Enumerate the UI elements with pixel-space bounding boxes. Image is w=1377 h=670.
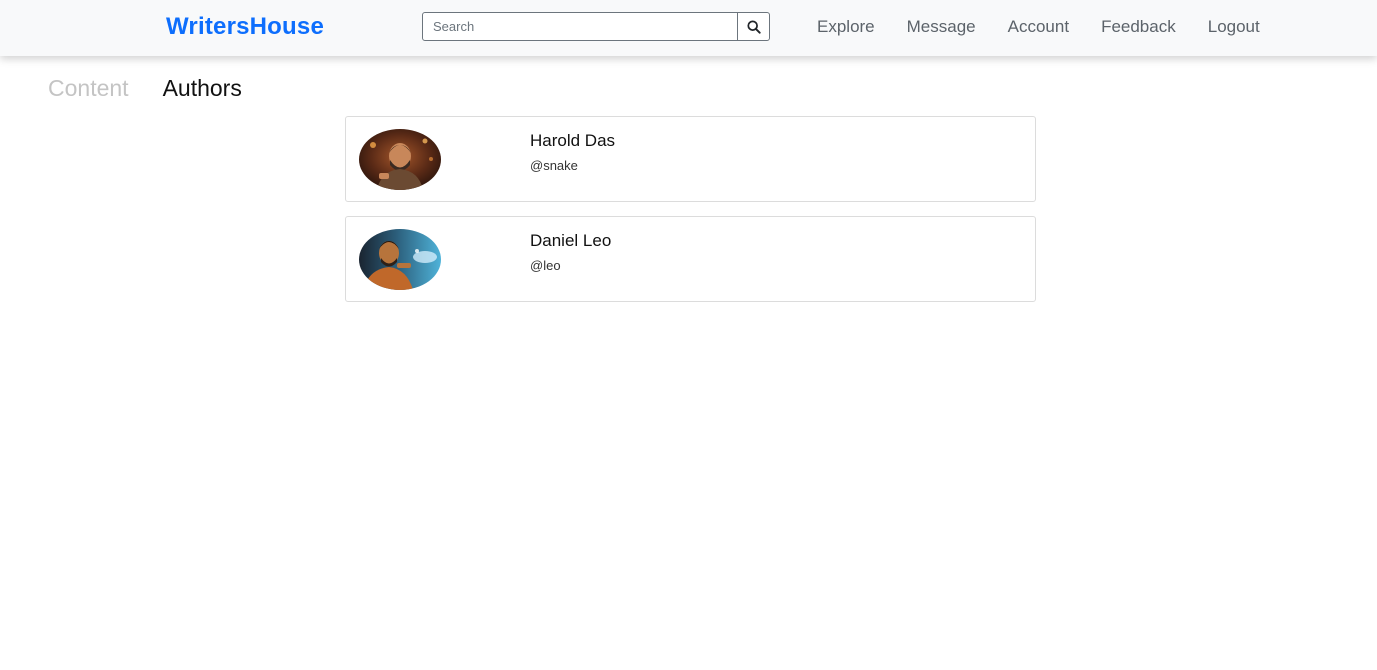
avatar <box>359 229 441 290</box>
author-handle: @snake <box>530 158 578 173</box>
nav-feedback-link[interactable]: Feedback <box>1101 17 1176 37</box>
search-button[interactable] <box>737 13 769 40</box>
nav-logout-link[interactable]: Logout <box>1208 17 1260 37</box>
nav-message-link[interactable]: Message <box>907 17 976 37</box>
search-input[interactable] <box>423 13 741 40</box>
avatar <box>359 129 441 190</box>
result-tabs: Content Authors <box>48 75 276 102</box>
search-form <box>422 12 770 41</box>
brand-logo-link[interactable]: WritersHouse <box>166 13 324 41</box>
author-card[interactable]: Harold Das @snake <box>345 116 1036 202</box>
tab-authors[interactable]: Authors <box>163 75 242 102</box>
author-name[interactable]: Harold Das <box>530 131 615 151</box>
nav-links: Explore Message Account Feedback Logout <box>817 17 1292 37</box>
nav-explore-link[interactable]: Explore <box>817 17 875 37</box>
author-list: Harold Das @snake Daniel Leo @leo <box>345 116 1036 316</box>
tab-content[interactable]: Content <box>48 75 129 102</box>
author-name[interactable]: Daniel Leo <box>530 231 611 251</box>
author-handle: @leo <box>530 258 561 273</box>
nav-account-link[interactable]: Account <box>1008 17 1069 37</box>
author-card[interactable]: Daniel Leo @leo <box>345 216 1036 302</box>
search-icon <box>746 19 761 34</box>
top-navbar: WritersHouse Explore Message Account Fee… <box>0 0 1377 56</box>
